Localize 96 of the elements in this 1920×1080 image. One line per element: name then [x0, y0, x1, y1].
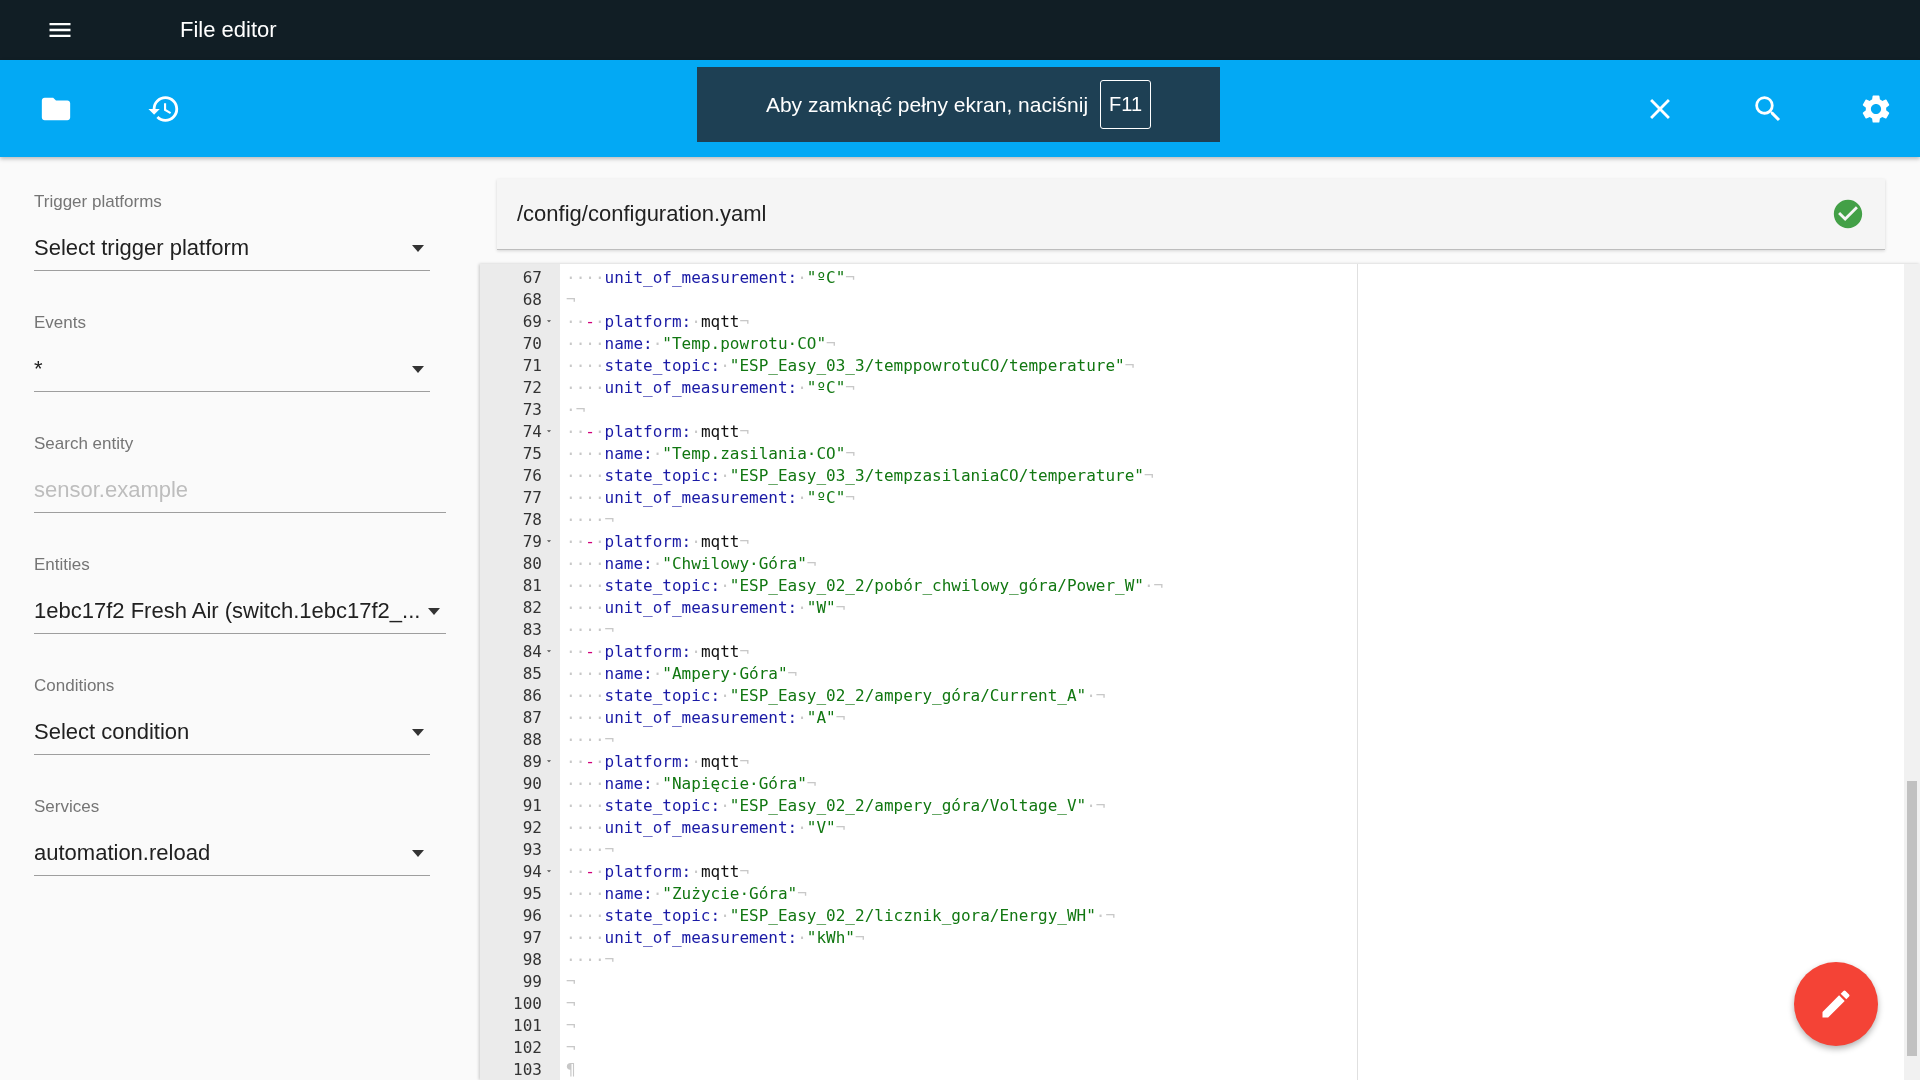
line-number: 76	[522, 465, 542, 485]
line-number: 102	[513, 1037, 542, 1057]
code-line: ··-·platform:·mqtt¬	[566, 420, 751, 442]
line-number: 99	[522, 971, 542, 991]
line-number: 74	[522, 421, 542, 441]
dropdown[interactable]: Select trigger platform	[34, 226, 430, 271]
line-number: 94	[522, 861, 542, 881]
search-field[interactable]: sensor.example	[34, 468, 446, 513]
code-line: ····unit_of_measurement:·"ºC"¬	[566, 266, 856, 288]
code-line: ··-·platform:·mqtt¬	[566, 530, 751, 552]
scrollbar[interactable]	[1904, 264, 1920, 1080]
line-number: 98	[522, 949, 542, 969]
line-number: 97	[522, 927, 542, 947]
dropdown[interactable]: Select condition	[34, 710, 430, 755]
line-number: 70	[522, 333, 542, 353]
file-path: /config/configuration.yaml	[517, 201, 767, 227]
line-number: 91	[522, 795, 542, 815]
line-number: 92	[522, 817, 542, 837]
code-line: ¬	[566, 1036, 577, 1058]
field-label: Trigger platforms	[34, 192, 162, 212]
code-line: ····unit_of_measurement:·"A"¬	[566, 706, 847, 728]
code-line: ¶	[566, 1058, 577, 1080]
field-label: Events	[34, 313, 86, 333]
code-line: ····name:·"Ampery·Góra"¬	[566, 662, 799, 684]
line-number: 103	[513, 1059, 542, 1079]
line-number: 96	[522, 905, 542, 925]
code-line: ····¬	[566, 728, 616, 750]
code-line: ¬	[566, 992, 577, 1014]
line-number: 75	[522, 443, 542, 463]
code-line: ····unit_of_measurement:·"W"¬	[566, 596, 847, 618]
code-line: ····name:·"Temp.zasilania·CO"¬	[566, 442, 856, 464]
code-line: ··-·platform:·mqtt¬	[566, 860, 751, 882]
line-number: 67	[522, 267, 542, 287]
dropdown[interactable]: 1ebc17f2 Fresh Air (switch.1ebc17f2_...	[34, 589, 446, 634]
code-line: ····state_topic:·"ESP_Easy_03_3/temppowrotuCO/temperature"¬	[566, 354, 1136, 376]
line-number: 87	[522, 707, 542, 727]
code-line: ····¬	[566, 948, 616, 970]
code-line: ····state_topic:·"ESP_Easy_02_2/licznik_gora/Energy_WH"·¬	[566, 904, 1117, 926]
code-line: ¬	[566, 1014, 577, 1036]
code-line: ····unit_of_measurement:·"ºC"¬	[566, 486, 856, 508]
field-label: Entities	[34, 555, 90, 575]
line-number: 77	[522, 487, 542, 507]
app-title: File editor	[180, 17, 277, 43]
line-number: 80	[522, 553, 542, 573]
code-line: ¬	[566, 970, 577, 992]
line-number: 81	[522, 575, 542, 595]
notice-text: Aby zamknąć pełny ekran, naciśnij	[765, 92, 1089, 117]
line-number: 68	[522, 289, 542, 309]
line-number: 85	[522, 663, 542, 683]
code-line: ¬	[566, 288, 577, 310]
line-number: 73	[522, 399, 542, 419]
line-number: 95	[522, 883, 542, 903]
line-number: 82	[522, 597, 542, 617]
line-number: 71	[522, 355, 542, 375]
code-line: ····¬	[566, 838, 616, 860]
code-line: ····state_topic:·"ESP_Easy_03_3/tempzasilaniaCO/temperature"¬	[566, 464, 1155, 486]
line-number: 72	[522, 377, 542, 397]
dropdown-caret-icon	[412, 728, 424, 736]
code-line: ····unit_of_measurement:·"V"¬	[566, 816, 847, 838]
field-label: Conditions	[34, 676, 115, 696]
line-number: 86	[522, 685, 542, 705]
line-number: 79	[522, 531, 542, 551]
code-line: ····state_topic:·"ESP_Easy_02_2/ampery_góra/Current_A"·¬	[566, 684, 1107, 706]
code-line: ····unit_of_measurement:·"kWh"¬	[566, 926, 866, 948]
code-line: ····unit_of_measurement:·"ºC"¬	[566, 376, 856, 398]
line-number: 101	[513, 1015, 542, 1035]
line-number: 89	[522, 751, 542, 771]
dropdown-caret-icon	[428, 607, 440, 615]
field-label: Services	[34, 797, 100, 817]
dropdown-caret-icon	[412, 365, 424, 373]
line-number: 93	[522, 839, 542, 859]
dropdown[interactable]: *	[34, 347, 430, 392]
key-cap: F11	[1100, 80, 1152, 129]
code-line: ····name:·"Zużycie·Góra"¬	[566, 882, 808, 904]
code-line: ····name:·"Napięcie·Góra"¬	[566, 772, 818, 794]
dropdown-caret-icon	[412, 244, 424, 252]
code-line: ····name:·"Chwilowy·Góra"¬	[566, 552, 818, 574]
line-number: 83	[522, 619, 542, 639]
field-label: Search entity	[34, 434, 134, 454]
line-number: 88	[522, 729, 542, 749]
line-number: 84	[522, 641, 542, 661]
dropdown-caret-icon	[412, 849, 424, 857]
code-line: ····state_topic:·"ESP_Easy_02_2/ampery_góra/Voltage_V"·¬	[566, 794, 1107, 816]
line-number: 69	[522, 311, 542, 331]
code-line: ····¬	[566, 618, 616, 640]
code-line: ····name:·"Temp.powrotu·CO"¬	[566, 332, 837, 354]
code-line: ····state_topic:·"ESP_Easy_02_2/pobór_chwilowy_góra/Power_W"·¬	[566, 574, 1165, 596]
dropdown[interactable]: automation.reload	[34, 831, 430, 876]
code-line: ··-·platform:·mqtt¬	[566, 310, 751, 332]
line-number: 100	[513, 993, 542, 1013]
line-number: 90	[522, 773, 542, 793]
code-line: ··-·platform:·mqtt¬	[566, 750, 751, 772]
code-line: ··-·platform:·mqtt¬	[566, 640, 751, 662]
line-number: 78	[522, 509, 542, 529]
code-line: ·¬	[566, 398, 587, 420]
code-line: ····¬	[566, 508, 616, 530]
